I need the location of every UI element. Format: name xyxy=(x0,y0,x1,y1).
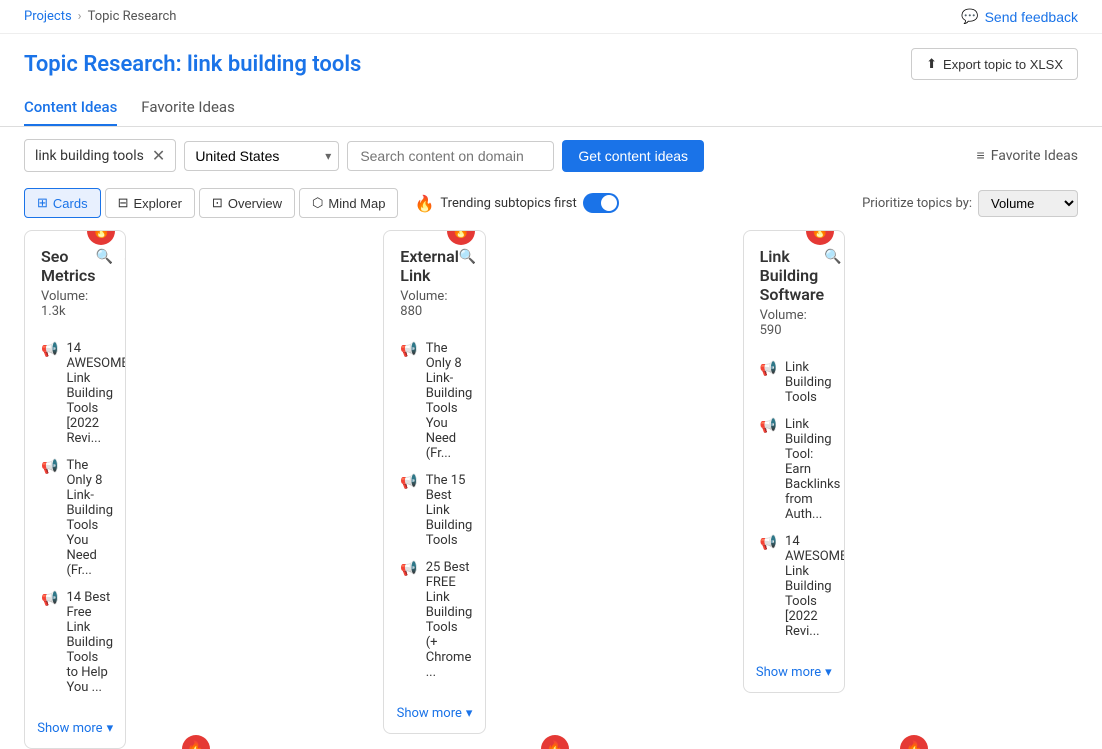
country-select-wrapper: United States United Kingdom Canada Aust… xyxy=(184,141,339,171)
bottom-fire-badge: 🔥 xyxy=(541,735,569,749)
get-ideas-button[interactable]: Get content ideas xyxy=(562,140,704,172)
fire-badge: 🔥 xyxy=(87,230,115,245)
list-icon: ≡ xyxy=(977,147,985,164)
bullhorn-icon: 📢 xyxy=(400,561,417,577)
list-item: 📢 14 Best Free Link Building Tools to He… xyxy=(41,584,109,701)
chevron-down-icon: ▾ xyxy=(825,665,832,680)
bullhorn-icon: 📢 xyxy=(400,342,417,358)
card-items: 📢 The Only 8 Link-Building Tools You Nee… xyxy=(384,327,484,694)
search-icon[interactable]: 🔍 xyxy=(95,249,112,270)
grid-icon: ⊞ xyxy=(37,195,48,211)
search-icon[interactable]: 🔍 xyxy=(824,249,841,270)
more-icon[interactable]: ⋯ xyxy=(123,249,127,270)
list-item: 📢 The 15 Best Link Building Tools xyxy=(400,467,468,554)
list-item: 📢 Link Building Tool: Earn Backlinks fro… xyxy=(760,411,828,528)
card-link-building-software: 🔥 Link Building Software Volume: 590 🔍 ⋯… xyxy=(743,230,845,693)
list-item: 📢 14 AWESOME Link Building Tools [2022 R… xyxy=(760,528,828,645)
search-tag-close[interactable]: ✕ xyxy=(152,146,165,165)
favorite-ideas-link[interactable]: ≡ Favorite Ideas xyxy=(977,147,1078,164)
card-title: Seo Metrics xyxy=(41,247,95,285)
view-bar: ⊞ Cards ⊟ Explorer ⊡ Overview ⬡ Mind Map… xyxy=(0,184,1102,230)
bullhorn-icon: 📢 xyxy=(760,361,777,377)
card-header: 🔥 External Link Volume: 880 🔍 ⋯ xyxy=(384,231,484,327)
search-tag: link building tools ✕ xyxy=(24,139,176,172)
list-item: 📢 25 Best FREE Link Building Tools (+ Ch… xyxy=(400,554,468,686)
tabs-bar: Content Ideas Favorite Ideas xyxy=(0,90,1102,127)
mindmap-icon: ⬡ xyxy=(312,195,323,211)
card-header: 🔥 Link Building Software Volume: 590 🔍 ⋯ xyxy=(744,231,844,346)
search-tag-text: link building tools xyxy=(35,148,144,164)
card-title: Link Building Software xyxy=(760,247,825,304)
card-title: External Link xyxy=(400,247,459,285)
search-icon[interactable]: 🔍 xyxy=(459,249,476,270)
chat-icon: 💬 xyxy=(961,8,978,25)
view-mindmap-button[interactable]: ⬡ Mind Map xyxy=(299,188,398,218)
breadcrumb-current: Topic Research xyxy=(88,9,177,24)
bullhorn-icon: 📢 xyxy=(41,459,58,475)
page-header: Topic Research: link building tools ⬆ Ex… xyxy=(0,34,1102,90)
bullhorn-icon: 📢 xyxy=(41,591,58,607)
card-volume: Volume: 1.3k xyxy=(41,289,95,319)
cards-container: 🔥 Seo Metrics Volume: 1.3k 🔍 ⋯ 📢 14 AWES… xyxy=(0,230,1102,749)
breadcrumb-sep: › xyxy=(78,9,82,24)
card-header: 🔥 Seo Metrics Volume: 1.3k 🔍 ⋯ xyxy=(25,231,125,327)
tab-content-ideas[interactable]: Content Ideas xyxy=(24,90,117,126)
prioritize-control: Prioritize topics by: Volume Difficulty … xyxy=(862,190,1078,217)
view-overview-button[interactable]: ⊡ Overview xyxy=(199,188,295,218)
trending-label: 🔥 Trending subtopics first xyxy=(414,193,618,213)
card-volume: Volume: 880 xyxy=(400,289,459,319)
fire-badge: 🔥 xyxy=(447,230,475,245)
card-items: 📢 Link Building Tools 📢 Link Building To… xyxy=(744,346,844,653)
country-select[interactable]: United States United Kingdom Canada Aust… xyxy=(184,141,339,171)
bullhorn-icon: 📢 xyxy=(400,474,417,490)
bottom-fire-badge: 🔥 xyxy=(900,735,928,749)
breadcrumb: Projects › Topic Research xyxy=(24,9,176,24)
card-items: 📢 14 AWESOME Link Building Tools [2022 R… xyxy=(25,327,125,709)
show-more-button[interactable]: Show more ▾ xyxy=(744,653,844,692)
view-explorer-button[interactable]: ⊟ Explorer xyxy=(105,188,195,218)
prioritize-select[interactable]: Volume Difficulty Relevance xyxy=(978,190,1078,217)
show-more-button[interactable]: Show more ▾ xyxy=(25,709,125,748)
page-title: Topic Research: link building tools xyxy=(24,52,361,77)
top-bar: Projects › Topic Research 💬 Send feedbac… xyxy=(0,0,1102,34)
overview-icon: ⊡ xyxy=(212,195,223,211)
export-button[interactable]: ⬆ Export topic to XLSX xyxy=(911,48,1078,80)
card-seo-metrics: 🔥 Seo Metrics Volume: 1.3k 🔍 ⋯ 📢 14 AWES… xyxy=(24,230,126,749)
table-icon: ⊟ xyxy=(118,195,129,211)
list-item: 📢 The Only 8 Link-Building Tools You Nee… xyxy=(41,452,109,584)
toolbar: link building tools ✕ United States Unit… xyxy=(0,127,1102,184)
bullhorn-icon: 📢 xyxy=(760,418,777,434)
breadcrumb-projects[interactable]: Projects xyxy=(24,9,72,24)
send-feedback-button[interactable]: 💬 Send feedback xyxy=(961,8,1078,25)
view-cards-button[interactable]: ⊞ Cards xyxy=(24,188,101,218)
list-item: 📢 14 AWESOME Link Building Tools [2022 R… xyxy=(41,335,109,452)
bottom-fire-badge: 🔥 xyxy=(182,735,210,749)
bullhorn-icon: 📢 xyxy=(760,535,777,551)
domain-search-input[interactable] xyxy=(347,141,554,171)
fire-badge: 🔥 xyxy=(806,230,834,245)
chevron-down-icon: ▾ xyxy=(466,706,473,721)
list-item: 📢 The Only 8 Link-Building Tools You Nee… xyxy=(400,335,468,467)
show-more-button[interactable]: Show more ▾ xyxy=(384,694,484,733)
card-volume: Volume: 590 xyxy=(760,308,825,338)
fire-icon: 🔥 xyxy=(414,194,434,213)
trending-toggle[interactable] xyxy=(583,193,619,213)
list-item: 📢 Link Building Tools xyxy=(760,354,828,411)
upload-icon: ⬆ xyxy=(926,56,937,72)
card-external-link: 🔥 External Link Volume: 880 🔍 ⋯ 📢 The On… xyxy=(383,230,485,734)
tab-favorite-ideas[interactable]: Favorite Ideas xyxy=(141,90,235,126)
chevron-down-icon: ▾ xyxy=(107,721,114,736)
bullhorn-icon: 📢 xyxy=(41,342,58,358)
